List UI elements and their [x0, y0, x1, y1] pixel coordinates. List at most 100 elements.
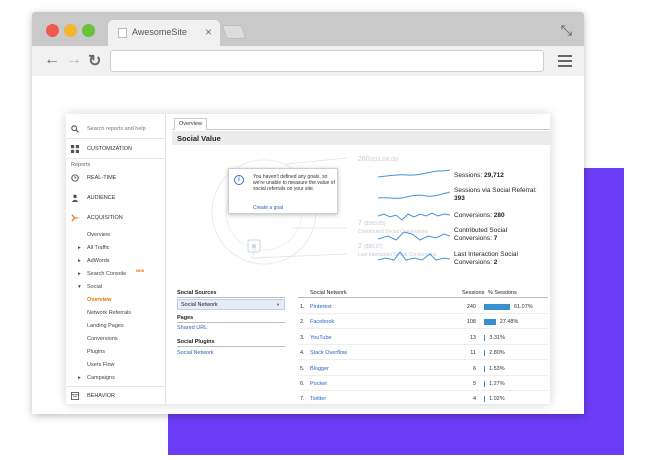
table-row[interactable]: 4. Stack Overflow 11 2.80%: [298, 345, 548, 361]
sidebar-item-conversions[interactable]: Conversions: [87, 336, 118, 342]
sessions-share-bar: [484, 365, 485, 372]
tab-strip: Overview: [172, 118, 550, 130]
social-plugins-heading: Social Plugins: [177, 339, 215, 345]
social-network-link[interactable]: Pocket: [310, 381, 327, 387]
fullscreen-icon[interactable]: ⤡: [561, 22, 572, 39]
main-content: Overview Social Value 280 ($33,296.00) 7…: [172, 114, 550, 407]
sidebar-item-users-flow[interactable]: Users Flow: [87, 362, 115, 368]
sessions-percent: 2.80%: [489, 350, 505, 357]
metric-conversions: Conversions: 280: [454, 212, 505, 219]
table-row[interactable]: 6. Pocket 5 1.27%: [298, 376, 548, 391]
table-row[interactable]: 3. YouTube 13 3.31%: [298, 330, 548, 345]
divider: [177, 322, 285, 323]
table-row[interactable]: 1. Pinterest 240 61.07%: [298, 299, 548, 314]
back-arrow-icon[interactable]: ←: [44, 51, 60, 69]
sessions-percent: 61.07%: [514, 304, 533, 310]
sessions-percent: 27.48%: [499, 319, 519, 326]
social-source-select[interactable]: Social Network ▼: [177, 299, 285, 310]
tab-overview[interactable]: Overview: [174, 118, 207, 130]
chevron-right-icon[interactable]: ▸: [78, 258, 81, 264]
metric-contributed: Contributed Social Conversions: 7: [454, 227, 508, 242]
metric-last-interaction: Last Interaction Social Conversions: 2: [454, 251, 518, 266]
row-number: 6.: [300, 381, 305, 387]
sidebar-item-acq-overview[interactable]: Overview: [87, 232, 110, 238]
divider: [298, 297, 548, 298]
address-bar[interactable]: [110, 50, 544, 72]
divider: [66, 386, 166, 387]
forward-arrow-icon[interactable]: →: [66, 51, 82, 69]
info-icon: i: [234, 175, 244, 185]
sidebar-search[interactable]: Search reports and help: [66, 122, 166, 136]
chevron-right-icon[interactable]: ▸: [78, 375, 81, 381]
chevron-right-icon[interactable]: ▸: [78, 245, 81, 251]
social-network-link[interactable]: Facebook: [310, 319, 334, 325]
hamburger-menu-icon[interactable]: [558, 55, 572, 67]
sessions-percent: 3.31%: [489, 334, 506, 341]
sparkline-sessions: [378, 169, 450, 178]
social-network-link[interactable]: Blogger: [310, 366, 329, 372]
sidebar-item-social[interactable]: Social: [87, 284, 102, 290]
new-tab-button[interactable]: [221, 25, 247, 39]
popup-message: You haven't defined any goals, so we're …: [253, 174, 335, 192]
column-header-sessions[interactable]: Sessions: [462, 290, 484, 296]
sessions-value: 6: [472, 365, 476, 372]
row-number: 2.: [300, 319, 305, 326]
create-goal-link[interactable]: Create a goal: [253, 205, 283, 211]
sidebar-item-all-traffic[interactable]: All Traffic: [87, 245, 110, 251]
column-header-network[interactable]: Social Network: [310, 290, 347, 296]
column-header-pct-sessions[interactable]: % Sessions: [488, 290, 517, 296]
sparkline-contributed: [378, 231, 450, 241]
chevron-down-icon[interactable]: ▾: [78, 284, 81, 290]
divider: [177, 297, 285, 298]
sidebar-item-behavior[interactable]: BEHAVIOR: [66, 389, 166, 403]
sidebar-item-social-overview[interactable]: Overview: [87, 297, 111, 303]
sidebar-item-plugins[interactable]: Plugins: [87, 349, 105, 355]
tab-close-icon[interactable]: ×: [205, 25, 212, 39]
table-row[interactable]: 2. Facebook 108 27.48%: [298, 314, 548, 330]
sidebar-item-adwords[interactable]: AdWords: [87, 258, 110, 264]
social-network-link[interactable]: Pinterest: [310, 304, 332, 310]
maximize-window-button[interactable]: [82, 24, 95, 37]
grid-icon: [71, 145, 79, 153]
social-network-link[interactable]: Twitter: [310, 396, 326, 402]
social-network-plugin-link[interactable]: Social Network: [177, 350, 214, 356]
sessions-share-bar: [484, 350, 486, 357]
sidebar-item-acquisition[interactable]: ACQUISITION: [66, 211, 166, 225]
sessions-share-bar: [484, 319, 496, 326]
reload-icon[interactable]: ↻: [88, 51, 101, 71]
sparkline-social-referral: [378, 191, 450, 199]
page-viewport: Search reports and help CUSTOMIZATION Re…: [32, 76, 584, 414]
table-row[interactable]: 7. Twitter 4 1.02%: [298, 391, 548, 407]
social-network-link[interactable]: Stack Overflow: [310, 350, 347, 356]
no-goals-popup: i You haven't defined any goals, so we'r…: [228, 168, 338, 214]
search-placeholder: Search reports and help: [87, 126, 146, 132]
sidebar-item-label: BEHAVIOR: [87, 393, 116, 399]
sidebar-item-landing-pages[interactable]: Landing Pages: [87, 323, 124, 329]
browser-tab[interactable]: AwesomeSite ×: [108, 20, 220, 46]
sessions-share-bar: [484, 304, 510, 310]
pages-heading: Pages: [177, 315, 194, 321]
sidebar-item-realtime[interactable]: REAL-TIME: [66, 171, 166, 185]
sidebar-item-search-console[interactable]: Search Console: [87, 271, 126, 277]
shared-url-link[interactable]: Shared URL: [177, 325, 207, 331]
sessions-share-bar: [484, 381, 485, 387]
sidebar-item-campaigns[interactable]: Campaigns: [87, 375, 115, 381]
sessions-percent: 1.27%: [489, 381, 505, 387]
metric-sessions: Sessions: 29,712: [454, 172, 504, 179]
sessions-percent: 1.02%: [489, 396, 505, 403]
divider: [177, 346, 285, 347]
sparklines: [378, 169, 450, 261]
table-row[interactable]: 5. Blogger 6 1.53%: [298, 361, 548, 376]
ghost-last-interaction-value: 2: [358, 243, 362, 250]
divider: [66, 158, 166, 159]
sidebar-item-label: CUSTOMIZATION: [87, 146, 133, 152]
sidebar-item-customization[interactable]: CUSTOMIZATION: [66, 142, 166, 156]
chevron-right-icon[interactable]: ▸: [78, 271, 81, 277]
social-network-link[interactable]: YouTube: [310, 335, 332, 341]
tab-title: AwesomeSite: [132, 27, 187, 37]
sidebar-item-label: AUDIENCE: [87, 195, 116, 201]
sidebar-item-network-referrals[interactable]: Network Referrals: [87, 310, 131, 316]
close-window-button[interactable]: [46, 24, 59, 37]
sidebar-item-audience[interactable]: AUDIENCE: [66, 191, 166, 205]
minimize-window-button[interactable]: [64, 24, 77, 37]
